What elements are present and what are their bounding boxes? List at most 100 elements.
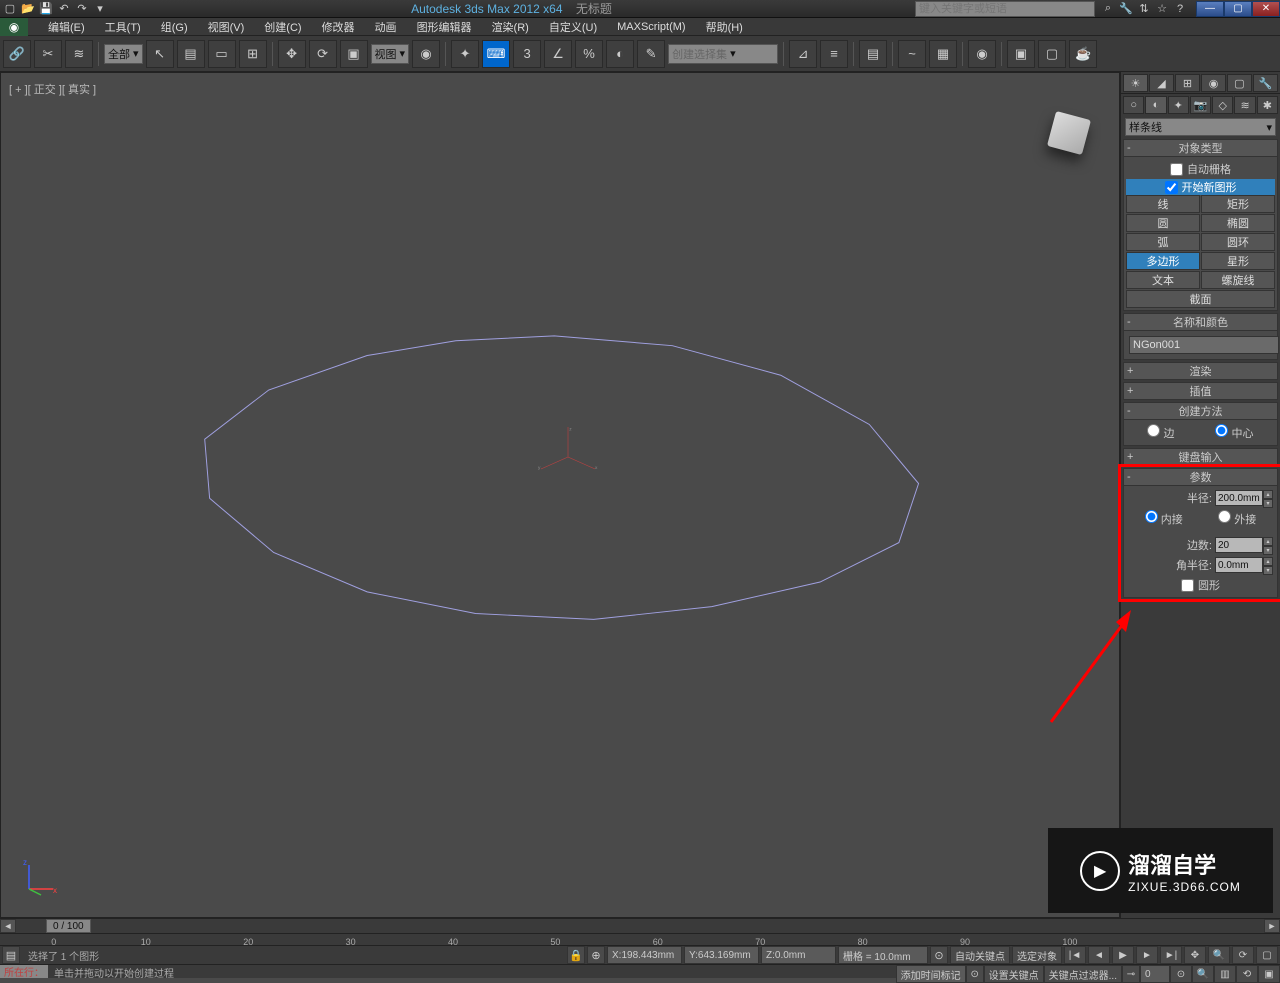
autogrid-checkbox[interactable] <box>1170 163 1183 176</box>
key-mode-icon[interactable]: ⊸ <box>1122 965 1140 983</box>
time-tag-icon[interactable]: ⊙ <box>966 965 984 983</box>
btn-helix[interactable]: 螺旋线 <box>1201 271 1275 289</box>
radius-up[interactable]: ▴ <box>1263 490 1273 499</box>
corner-down[interactable]: ▾ <box>1263 566 1273 575</box>
sides-down[interactable]: ▾ <box>1263 546 1273 555</box>
next-frame-icon[interactable]: ► <box>1136 946 1158 964</box>
window-cross-icon[interactable]: ⊞ <box>239 40 267 68</box>
subtab-systems[interactable]: ✱ <box>1257 96 1278 114</box>
add-time-tag[interactable]: 添加时间标记 <box>896 965 966 983</box>
tab-motion[interactable]: ◉ <box>1201 74 1226 92</box>
radio-edge[interactable]: 边 <box>1147 424 1174 441</box>
key-filter-button[interactable]: 关键点过滤器... <box>1044 965 1122 983</box>
btn-circle[interactable]: 圆 <box>1126 214 1200 232</box>
menu-graph[interactable]: 图形编辑器 <box>407 18 482 35</box>
menu-views[interactable]: 视图(V) <box>198 18 255 35</box>
snap-3-icon[interactable]: 3 <box>513 40 541 68</box>
save-icon[interactable]: 💾 <box>38 1 54 17</box>
coord-z[interactable]: Z: 0.0mm <box>761 946 836 964</box>
move-icon[interactable]: ✥ <box>278 40 306 68</box>
spinner-snap-icon[interactable]: ◐ <box>606 40 634 68</box>
undo-icon[interactable]: ↶ <box>56 1 72 17</box>
select-name-icon[interactable]: ▤ <box>177 40 205 68</box>
tab-display[interactable]: ▢ <box>1227 74 1252 92</box>
tab-create[interactable]: ☀ <box>1123 74 1148 92</box>
btn-donut[interactable]: 圆环 <box>1201 233 1275 251</box>
subtab-helpers[interactable]: ◇ <box>1212 96 1233 114</box>
category-dropdown[interactable]: 样条线▾ <box>1125 118 1276 136</box>
coord-x[interactable]: X: 198.443mm <box>607 946 682 964</box>
nav-zoom-icon[interactable]: 🔍 <box>1208 946 1230 964</box>
named-selection[interactable]: 创建选择集▾ <box>668 44 778 64</box>
script-icon[interactable]: ▤ <box>2 946 20 964</box>
edit-named-sel-icon[interactable]: ✎ <box>637 40 665 68</box>
btn-star[interactable]: 星形 <box>1201 252 1275 270</box>
open-icon[interactable]: 📂 <box>20 1 36 17</box>
select-icon[interactable]: ↖ <box>146 40 174 68</box>
search-icon[interactable]: ⌕ <box>1100 1 1116 17</box>
subtab-lights[interactable]: ✦ <box>1168 96 1189 114</box>
goto-end-icon[interactable]: ►| <box>1160 946 1182 964</box>
mirror-icon[interactable]: ⊿ <box>789 40 817 68</box>
coord-mode-icon[interactable]: ⊕ <box>587 946 605 964</box>
comm-center-icon[interactable]: ⊙ <box>930 946 948 964</box>
tab-hierarchy[interactable]: ⊞ <box>1175 74 1200 92</box>
btn-arc[interactable]: 弧 <box>1126 233 1200 251</box>
nav-max-icon[interactable]: ▢ <box>1256 946 1278 964</box>
percent-snap-icon[interactable]: % <box>575 40 603 68</box>
ref-coord[interactable]: 视图▾ <box>371 44 410 64</box>
rollout-name-color[interactable]: -名称和颜色 <box>1123 313 1278 331</box>
play-icon[interactable]: ▶ <box>1112 946 1134 964</box>
viewport-label[interactable]: [ + ][ 正交 ][ 真实 ] <box>9 81 96 97</box>
nav-roll-icon[interactable]: ⟲ <box>1236 965 1258 983</box>
wrench-icon[interactable]: 🔧 <box>1118 1 1134 17</box>
tab-utilities[interactable]: 🔧 <box>1253 74 1278 92</box>
frame-field[interactable]: 0 <box>1140 965 1170 983</box>
timeline[interactable]: 0 10 20 30 40 50 60 70 80 90 100 <box>0 933 1280 945</box>
rollout-render[interactable]: +渲染 <box>1123 362 1278 380</box>
object-name-input[interactable] <box>1129 336 1279 354</box>
subtab-cameras[interactable]: 📷 <box>1190 96 1211 114</box>
btn-text[interactable]: 文本 <box>1126 271 1200 289</box>
btn-section[interactable]: 截面 <box>1126 290 1275 308</box>
set-key-button[interactable]: 设置关键点 <box>984 965 1044 983</box>
corner-up[interactable]: ▴ <box>1263 557 1273 566</box>
subtab-shapes[interactable]: ◐ <box>1145 96 1166 114</box>
auto-key-button[interactable]: 自动关键点 <box>950 946 1010 964</box>
radius-input[interactable] <box>1215 490 1263 506</box>
nav-orbit-icon[interactable]: ⟳ <box>1232 946 1254 964</box>
curve-editor-icon[interactable]: ~ <box>898 40 926 68</box>
rect-region-icon[interactable]: ▭ <box>208 40 236 68</box>
link-icon[interactable]: 🔗 <box>3 40 31 68</box>
coord-y[interactable]: Y: 643.169mm <box>684 946 759 964</box>
rollout-parameters[interactable]: -参数 <box>1123 468 1278 486</box>
menu-render[interactable]: 渲染(R) <box>482 18 539 35</box>
circular-checkbox[interactable] <box>1181 579 1194 592</box>
sides-input[interactable] <box>1215 537 1263 553</box>
render-setup-icon[interactable]: ▣ <box>1007 40 1035 68</box>
selection-filter[interactable]: 全部▾ <box>104 44 143 64</box>
time-config-icon[interactable]: ⊙ <box>1170 965 1192 983</box>
btn-ngon[interactable]: 多边形 <box>1126 252 1200 270</box>
prev-frame-icon[interactable]: ◄ <box>1088 946 1110 964</box>
lock-selection-icon[interactable]: 🔒 <box>567 946 585 964</box>
subtab-geometry[interactable]: ○ <box>1123 96 1144 114</box>
tab-modify[interactable]: ◢ <box>1149 74 1174 92</box>
btn-rectangle[interactable]: 矩形 <box>1201 195 1275 213</box>
rendered-frame-icon[interactable]: ▢ <box>1038 40 1066 68</box>
schematic-icon[interactable]: ▦ <box>929 40 957 68</box>
keyboard-shortcut-icon[interactable]: ⌨ <box>482 40 510 68</box>
menu-maxscript[interactable]: MAXScript(M) <box>607 18 695 35</box>
menu-help[interactable]: 帮助(H) <box>696 18 753 35</box>
bind-icon[interactable]: ≋ <box>65 40 93 68</box>
menu-create[interactable]: 创建(C) <box>254 18 311 35</box>
viewport[interactable]: [ + ][ 正交 ][ 真实 ] z x y z x <box>0 72 1120 918</box>
search-input[interactable] <box>915 1 1095 17</box>
menu-modifiers[interactable]: 修改器 <box>312 18 365 35</box>
selection-filter-dropdown[interactable]: 选定对象 <box>1012 946 1062 964</box>
start-new-checkbox[interactable] <box>1165 181 1178 194</box>
new-icon[interactable]: ▢ <box>2 1 18 17</box>
menu-group[interactable]: 组(G) <box>151 18 198 35</box>
btn-line[interactable]: 线 <box>1126 195 1200 213</box>
menu-edit[interactable]: 编辑(E) <box>38 18 95 35</box>
